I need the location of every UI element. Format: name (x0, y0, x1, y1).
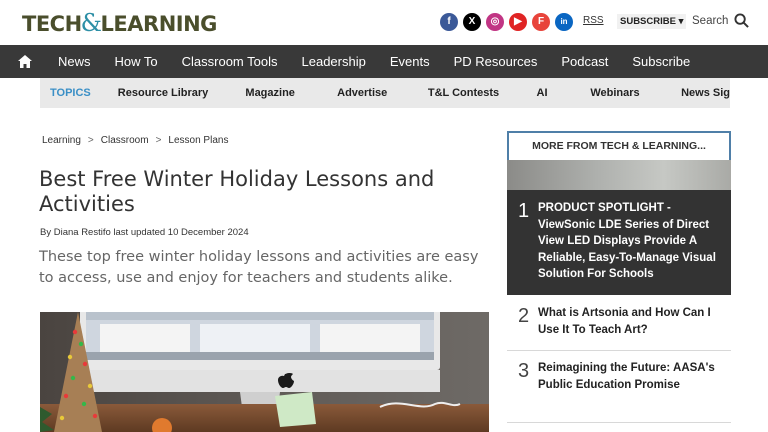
nav-item-events[interactable]: Events (378, 45, 442, 78)
topic-ai[interactable]: AI (537, 87, 591, 99)
breadcrumb-separator: > (155, 135, 162, 146)
sidebar-item-title[interactable]: PRODUCT SPOTLIGHT - ViewSonic LDE Series… (538, 200, 724, 283)
sidebar-item-3[interactable]: 3 Reimagining the Future: AASA's Public … (507, 351, 731, 423)
nav-item-pd-resources[interactable]: PD Resources (442, 45, 550, 78)
nav-item-how-to[interactable]: How To (103, 45, 170, 78)
topic-magazine[interactable]: Magazine (245, 87, 337, 99)
x-icon[interactable]: X (463, 13, 481, 31)
breadcrumb-lesson-plans[interactable]: Lesson Plans (168, 135, 228, 146)
breadcrumb-separator: > (87, 135, 94, 146)
byline: By Diana Restifo last updated 10 Decembe… (40, 227, 249, 238)
facebook-icon[interactable]: f (440, 13, 458, 31)
nav-item-news[interactable]: News (50, 45, 103, 78)
search-label: Search (692, 14, 729, 27)
topic-webinars[interactable]: Webinars (590, 87, 681, 99)
nav-item-leadership[interactable]: Leadership (290, 45, 378, 78)
topic-advertise[interactable]: Advertise (337, 87, 428, 99)
page-title: Best Free Winter Holiday Lessons and Act… (39, 167, 435, 216)
main-nav: News How To Classroom Tools Leadership E… (0, 45, 768, 78)
article-standfirst: These top free winter holiday lessons an… (39, 249, 479, 286)
nav-item-podcast[interactable]: Podcast (549, 45, 620, 78)
home-icon[interactable] (0, 45, 50, 78)
author-link[interactable]: Diana Restifo (54, 227, 111, 238)
breadcrumb: Learning > Classroom > Lesson Plans (42, 135, 228, 146)
hero-photo-illustration (40, 312, 489, 432)
site-logo[interactable]: TECH&LEARNING (22, 9, 217, 37)
topics-bar: TOPICS Resource Library Magazine Adverti… (40, 78, 730, 108)
chevron-down-icon: ▾ (678, 16, 684, 27)
linkedin-icon[interactable]: in (555, 13, 573, 31)
sidebar-item-number: 3 (518, 360, 530, 382)
youtube-icon[interactable]: ▶ (509, 13, 527, 31)
search-button[interactable]: Search (692, 13, 750, 28)
sidebar-item-2[interactable]: 2 What is Artsonia and How Can I Use It … (507, 295, 731, 351)
nav-item-subscribe[interactable]: Subscribe (620, 45, 702, 78)
breadcrumb-classroom[interactable]: Classroom (101, 135, 149, 146)
updated-date: last updated 10 December 2024 (113, 227, 249, 238)
topic-news-sig[interactable]: News Sig (681, 87, 730, 99)
social-links: f X ◎ ▶ F in (440, 13, 573, 31)
nav-item-classroom-tools[interactable]: Classroom Tools (170, 45, 290, 78)
sidebar-heading: MORE FROM TECH & LEARNING... (507, 131, 731, 160)
hero-image (40, 312, 489, 432)
site-header: TECH&LEARNING f X ◎ ▶ F in RSS SUBSCRIBE… (0, 0, 768, 45)
sidebar-item-number: 2 (518, 305, 530, 327)
subscribe-label: SUBSCRIBE (620, 16, 676, 27)
sidebar-item-1[interactable]: 1 PRODUCT SPOTLIGHT - ViewSonic LDE Seri… (507, 160, 731, 295)
byline-prefix: By (40, 227, 52, 238)
topic-resource-library[interactable]: Resource Library (118, 87, 246, 99)
instagram-icon[interactable]: ◎ (486, 13, 504, 31)
topics-label: TOPICS (50, 87, 91, 99)
subscribe-dropdown[interactable]: SUBSCRIBE ▾ (617, 14, 687, 29)
rss-link[interactable]: RSS (583, 15, 604, 26)
sidebar-more-from: MORE FROM TECH & LEARNING... 1 PRODUCT S… (507, 131, 731, 423)
sidebar-item-number: 1 (518, 200, 530, 222)
flipboard-icon[interactable]: F (532, 13, 550, 31)
topic-tl-contests[interactable]: T&L Contests (428, 87, 537, 99)
sidebar-item-title[interactable]: Reimagining the Future: AASA's Public Ed… (538, 360, 726, 393)
sidebar-item-1-image (507, 160, 731, 190)
breadcrumb-learning[interactable]: Learning (42, 135, 81, 146)
search-icon (734, 13, 750, 28)
sidebar-item-title[interactable]: What is Artsonia and How Can I Use It To… (538, 305, 726, 338)
